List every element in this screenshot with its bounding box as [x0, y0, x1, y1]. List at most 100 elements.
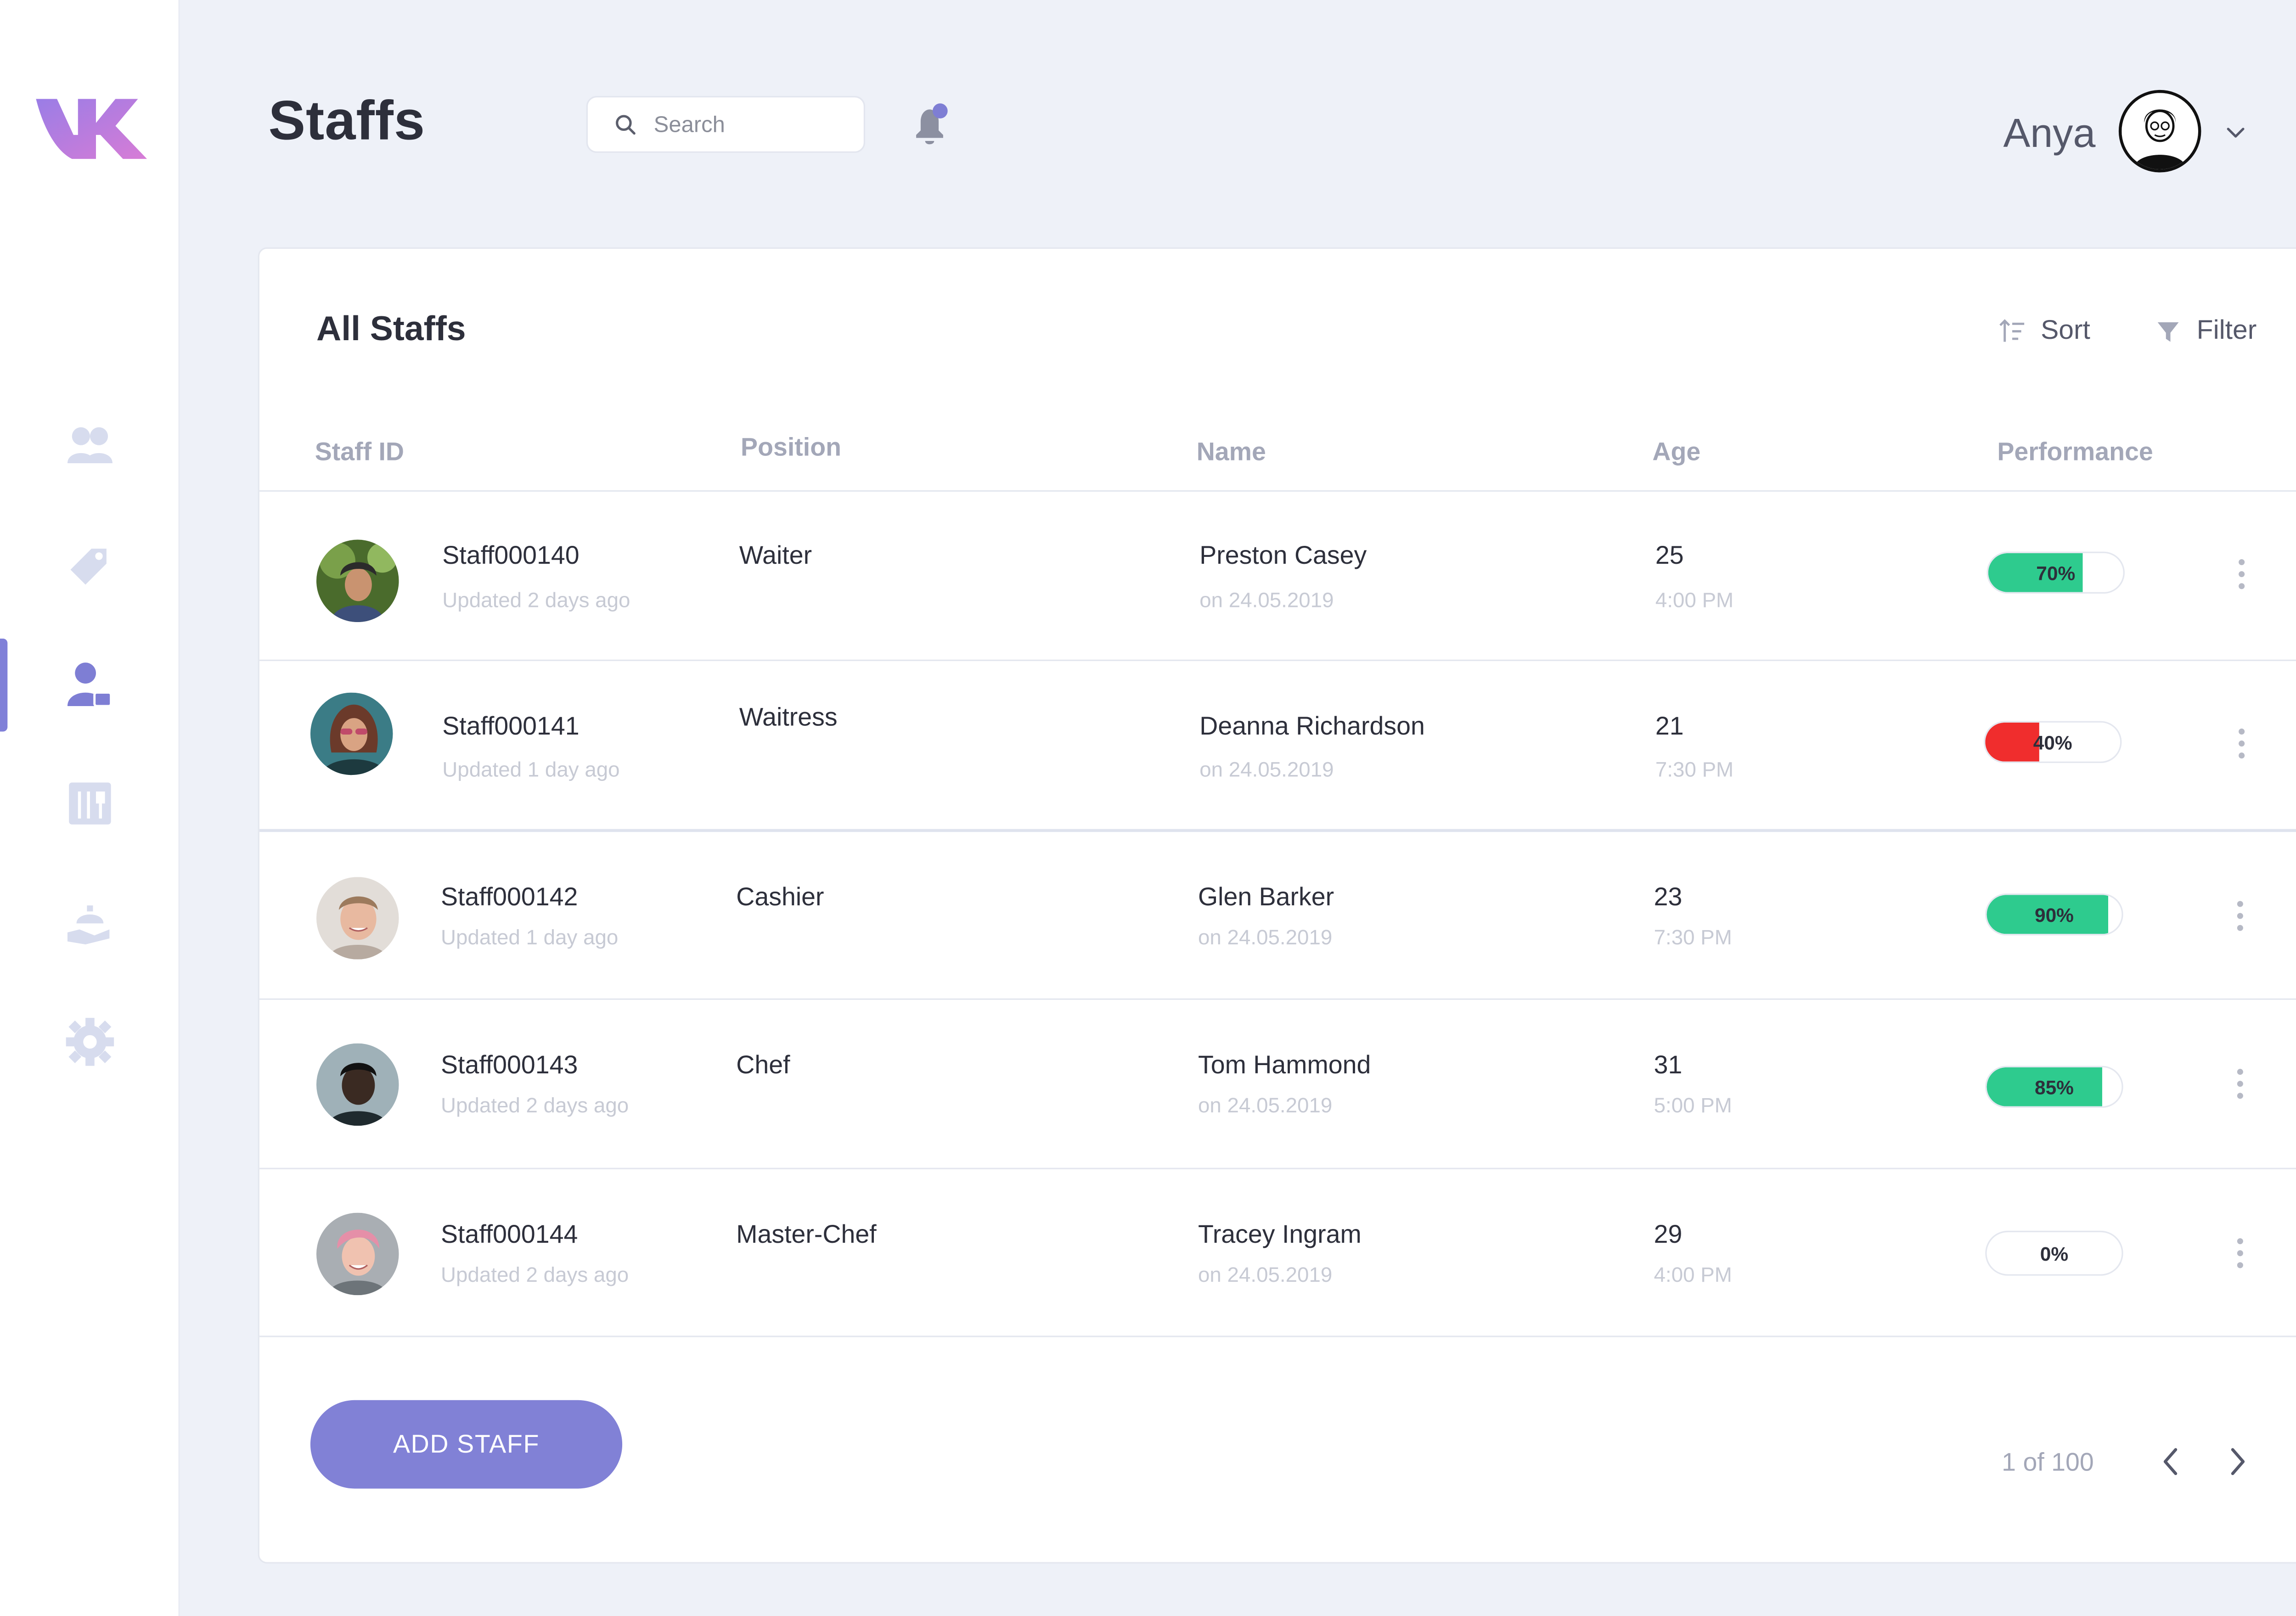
- filter-icon: [2157, 321, 2179, 341]
- staff-avatar: [310, 692, 393, 775]
- chevron-down-icon[interactable]: [2223, 120, 2247, 144]
- sort-button[interactable]: Sort: [1999, 315, 2090, 347]
- staff-id: Staff000141: [442, 712, 580, 741]
- page-title: Staffs: [268, 90, 426, 152]
- staff-avatar: [316, 539, 399, 623]
- search-input[interactable]: [651, 110, 852, 139]
- performance-bar: 90%: [1985, 893, 2123, 936]
- staff-id: Staff000140: [442, 541, 580, 570]
- staff-id: Staff000142: [440, 883, 578, 912]
- sidebar-item-settings[interactable]: [0, 997, 179, 1087]
- staff-time: 4:00 PM: [1655, 587, 1734, 612]
- table-row[interactable]: Staff000144 Updated 2 days ago Master-Ch…: [259, 1167, 2296, 1337]
- user-avatar-image: [2122, 93, 2198, 169]
- staff-name: Preston Casey: [1199, 541, 1367, 570]
- staff-name: Deanna Richardson: [1199, 712, 1425, 741]
- service-icon: [67, 905, 109, 945]
- vk-logo[interactable]: [33, 90, 150, 165]
- performance-label: 40%: [2033, 730, 2072, 753]
- sort-label: Sort: [2041, 314, 2090, 345]
- column-header-position[interactable]: Position: [741, 433, 841, 463]
- staff-date: on 24.05.2019: [1198, 1262, 1333, 1286]
- staff-date: on 24.05.2019: [1198, 925, 1333, 949]
- staff-id: Staff000144: [440, 1220, 578, 1249]
- column-header-name[interactable]: Name: [1197, 438, 1266, 467]
- staff-age: 21: [1655, 712, 1684, 741]
- add-staff-button[interactable]: ADD STAFF: [310, 1400, 623, 1489]
- staff-card: All Staffs Sort Filter Staff ID Position…: [258, 247, 2296, 1564]
- search-box[interactable]: [586, 95, 866, 153]
- staff-date: on 24.05.2019: [1198, 1093, 1333, 1117]
- column-header-performance[interactable]: Performance: [1997, 438, 2153, 467]
- staff-age: 25: [1655, 541, 1684, 570]
- staff-age: 29: [1654, 1220, 1683, 1249]
- table-row[interactable]: Staff000143 Updated 2 days ago Chef Tom …: [259, 998, 2296, 1167]
- staff-position: Cashier: [736, 883, 824, 912]
- performance-bar: 40%: [1983, 721, 2122, 763]
- staff-name: Glen Barker: [1198, 883, 1334, 912]
- performance-label: 90%: [2034, 903, 2074, 926]
- performance-bar: 0%: [1985, 1230, 2123, 1276]
- performance-label: 0%: [2040, 1242, 2069, 1265]
- sidebar-item-menu[interactable]: [0, 758, 179, 848]
- staff-time: 7:30 PM: [1655, 757, 1734, 781]
- staff-age: 23: [1654, 883, 1683, 912]
- column-header-staff-id[interactable]: Staff ID: [315, 438, 404, 467]
- pagination-text: 1 of 100: [2002, 1448, 2094, 1477]
- performance-bar: 85%: [1985, 1066, 2123, 1108]
- updated-text: Updated 1 day ago: [442, 757, 620, 781]
- staff-time: 5:00 PM: [1654, 1093, 1732, 1117]
- staff-position: Waiter: [739, 541, 812, 570]
- staff-avatar: [316, 877, 399, 960]
- sort-icon: [1999, 318, 2025, 341]
- updated-text: Updated 2 days ago: [440, 1262, 629, 1286]
- staff-avatar: [316, 1212, 399, 1296]
- menu-icon: [68, 782, 110, 825]
- staff-age: 31: [1654, 1050, 1683, 1080]
- card-title: All Staffs: [316, 309, 466, 348]
- row-menu-icon[interactable]: [2225, 893, 2255, 938]
- filter-label: Filter: [2196, 314, 2257, 345]
- staff-position: Waitress: [739, 703, 838, 732]
- app-root: Staffs Anya All Staffs: [0, 0, 2296, 1616]
- row-menu-icon[interactable]: [2227, 552, 2257, 597]
- notification-bell-icon[interactable]: [909, 102, 954, 150]
- performance-label: 70%: [2036, 561, 2076, 584]
- sidebar-item-deals[interactable]: [0, 520, 179, 610]
- performance-label: 85%: [2034, 1075, 2074, 1098]
- user-avatar[interactable]: [2118, 90, 2201, 173]
- updated-text: Updated 1 day ago: [440, 925, 619, 949]
- table-row[interactable]: Staff000140 Updated 2 days ago Waiter Pr…: [259, 490, 2296, 658]
- column-header-age[interactable]: Age: [1652, 438, 1700, 467]
- user-name[interactable]: Anya: [2003, 111, 2095, 157]
- settings-icon: [65, 1018, 113, 1066]
- chevron-right-icon[interactable]: [2222, 1443, 2252, 1479]
- staff-icon: [67, 662, 112, 707]
- users-icon: [67, 427, 112, 463]
- staff-date: on 24.05.2019: [1199, 587, 1334, 612]
- sidebar: [0, 0, 180, 1616]
- staff-name: Tom Hammond: [1198, 1050, 1371, 1080]
- staff-id: Staff000143: [440, 1050, 578, 1080]
- filter-button[interactable]: Filter: [2155, 315, 2257, 347]
- updated-text: Updated 2 days ago: [442, 587, 630, 612]
- staff-time: 4:00 PM: [1654, 1262, 1732, 1286]
- staff-time: 7:30 PM: [1654, 925, 1732, 949]
- search-icon: [616, 115, 636, 135]
- staff-position: Chef: [736, 1050, 790, 1080]
- table-row[interactable]: Staff000142 Updated 1 day ago Cashier Gl…: [259, 829, 2296, 997]
- staff-date: on 24.05.2019: [1199, 757, 1334, 781]
- performance-bar: 70%: [1986, 551, 2125, 594]
- updated-text: Updated 2 days ago: [440, 1093, 629, 1117]
- chevron-left-icon[interactable]: [2156, 1443, 2186, 1479]
- row-menu-icon[interactable]: [2225, 1231, 2255, 1276]
- tag-icon: [69, 549, 106, 585]
- row-menu-icon[interactable]: [2227, 721, 2257, 766]
- sidebar-item-staff[interactable]: [0, 640, 179, 730]
- row-menu-icon[interactable]: [2225, 1061, 2255, 1106]
- sidebar-item-service[interactable]: [0, 877, 179, 967]
- staff-avatar: [316, 1043, 399, 1126]
- sidebar-item-users[interactable]: [0, 402, 179, 492]
- table-row[interactable]: Staff000141 Updated 1 day ago Waitress D…: [259, 659, 2296, 828]
- staff-position: Master-Chef: [736, 1220, 877, 1249]
